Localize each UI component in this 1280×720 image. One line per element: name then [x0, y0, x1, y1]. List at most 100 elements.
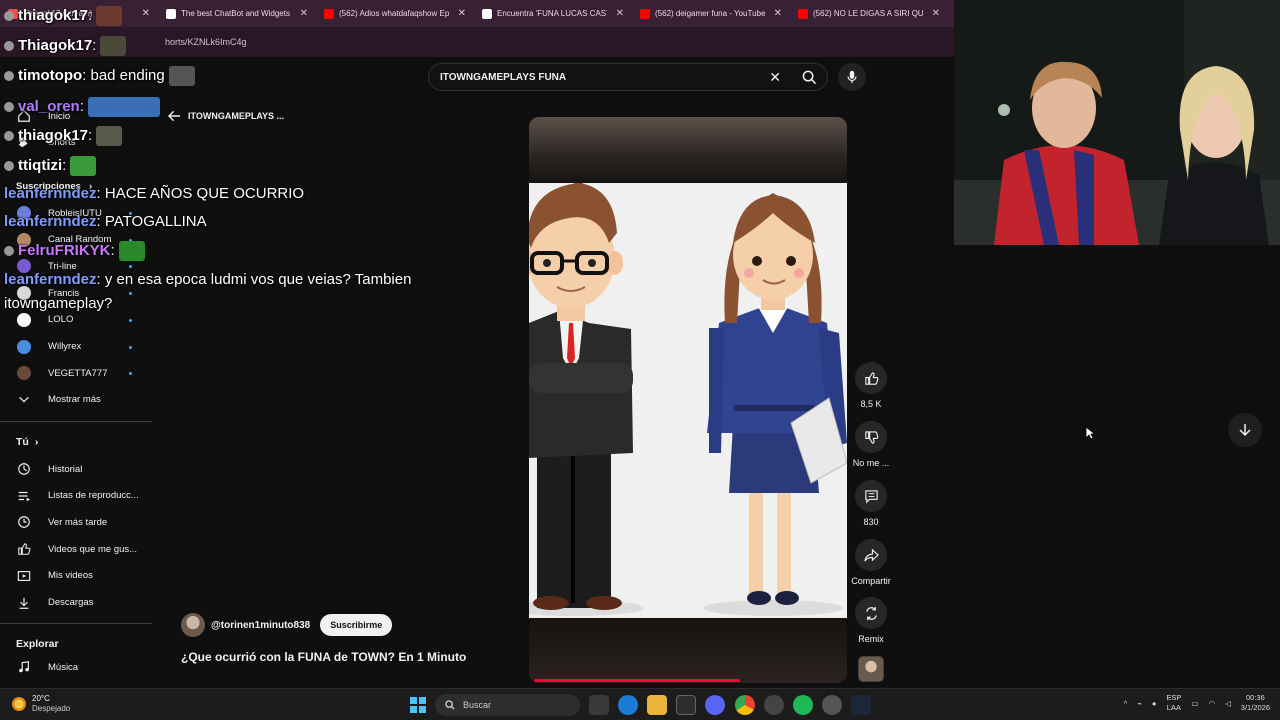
voice-search-button[interactable]: [838, 63, 866, 91]
tab-title: (562) deigamer funa - YouTube: [655, 9, 765, 18]
chat-emote-icon: [100, 36, 127, 56]
browser-tab[interactable]: Encuentra 'FUNA LUCAS CASTI ✕: [474, 0, 632, 27]
like-button[interactable]: 8,5 K: [848, 362, 894, 409]
search-input[interactable]: ITOWNGAMEPLAYS FUNA ✕: [428, 63, 828, 91]
sidebar-item[interactable]: Mis videos: [16, 567, 93, 585]
search-icon: [802, 70, 816, 84]
video-title[interactable]: ¿Que ocurrió con la FUNA de TOWN? En 1 M…: [181, 650, 466, 664]
channel-avatar[interactable]: [181, 613, 205, 637]
chat-text: :: [62, 156, 67, 174]
mic-tray-icon[interactable]: ●: [1152, 699, 1157, 708]
tab-close-icon[interactable]: ✕: [142, 8, 150, 19]
audio-source-thumbnail[interactable]: [858, 656, 884, 682]
weather-temp: 20°C: [32, 694, 50, 703]
arrow-left-icon: [168, 110, 181, 122]
volume-icon[interactable]: ◁: [1225, 699, 1231, 708]
sidebar-item-label: Willyrex: [48, 341, 82, 352]
channel-name[interactable]: @torinen1minuto838: [211, 620, 310, 631]
comment-icon: [864, 489, 878, 503]
video-frame: [529, 175, 847, 618]
edge-icon[interactable]: [618, 695, 638, 715]
dislike-button[interactable]: No me ...: [848, 421, 894, 468]
comments-button[interactable]: 830: [848, 480, 894, 527]
tab-close-icon[interactable]: ✕: [932, 8, 940, 19]
like-count: 8,5 K: [860, 399, 882, 409]
weather-widget[interactable]: 20°C Despejado: [12, 694, 70, 714]
short-video-player[interactable]: [529, 117, 847, 683]
app-icon[interactable]: [764, 695, 784, 715]
chat-text: : PATOGALLINA: [96, 213, 207, 230]
sidebar-item[interactable]: VEGETTA777: [16, 364, 108, 382]
you-header[interactable]: Tú ›: [16, 436, 38, 448]
sidebar-item[interactable]: Descargas: [16, 594, 93, 612]
sidebar-item-label: Descargas: [48, 597, 94, 608]
input-language[interactable]: ESP LAA: [1166, 693, 1181, 713]
search-button[interactable]: [790, 63, 828, 91]
address-url[interactable]: horts/KZNLk6ImC4g: [165, 37, 247, 47]
thumbs-down-icon: [864, 430, 878, 444]
youtube-page-right: [954, 245, 1280, 688]
wifi-icon[interactable]: ◠: [1208, 699, 1215, 708]
sidebar-item[interactable]: Willyrex: [16, 338, 81, 356]
back-to-results[interactable]: ITOWNGAMEPLAYS ...: [168, 110, 284, 122]
task-view-icon[interactable]: [589, 695, 609, 715]
sidebar-item[interactable]: Ver más tarde: [16, 513, 107, 531]
sidebar-item[interactable]: Música: [16, 658, 78, 676]
clock[interactable]: 00:36 3/1/2026: [1241, 693, 1270, 713]
remix-label: Remix: [858, 634, 884, 644]
subscribe-button[interactable]: Suscribirme: [320, 614, 393, 636]
chat-username: leanfernndez: [4, 213, 97, 230]
like-icon: [16, 542, 31, 557]
steam-icon[interactable]: [851, 695, 871, 715]
chat-username: Thiagok17: [18, 36, 93, 54]
sidebar-item[interactable]: Historial: [16, 460, 82, 478]
chrome-icon[interactable]: [735, 695, 755, 715]
start-button[interactable]: [410, 697, 426, 713]
clear-search-icon[interactable]: ✕: [769, 69, 781, 86]
tab-title: (562) NO LE DIGAS A SIRI QUE: [813, 9, 923, 18]
arrow-down-icon: [1239, 424, 1251, 437]
display-icon[interactable]: ▭: [1191, 699, 1198, 708]
browser-tab[interactable]: (562) deigamer funa - YouTube ✕: [632, 0, 790, 27]
chat-username: thiagok17: [18, 126, 89, 144]
tab-close-icon[interactable]: ✕: [458, 8, 466, 19]
chat-username: val_oren: [18, 97, 80, 115]
chevron-up-icon[interactable]: ^: [1124, 699, 1128, 708]
sidebar-item[interactable]: Listas de reproducc...: [16, 487, 139, 505]
browser-tab[interactable]: The best ChatBot and Widgets ✕: [158, 0, 316, 27]
browser-tab[interactable]: (562) NO LE DIGAS A SIRI QUE ✕: [790, 0, 948, 27]
back-label: ITOWNGAMEPLAYS ...: [188, 111, 285, 121]
network-icon[interactable]: ⌁: [1137, 699, 1142, 708]
video-progress-bar[interactable]: [534, 679, 741, 682]
chat-message: itowngameplay?: [4, 295, 112, 312]
chat-username: leanfernndez: [4, 271, 97, 288]
new-content-dot: [129, 318, 132, 322]
history-icon: [16, 462, 31, 477]
remix-button[interactable]: Remix: [848, 597, 894, 644]
sidebar-item[interactable]: LOLO: [16, 311, 73, 329]
taskbar-search[interactable]: Buscar: [435, 694, 580, 716]
chat-emote-icon: [96, 6, 123, 26]
share-button[interactable]: Compartir: [848, 539, 894, 586]
chat-badge-icon: [4, 131, 14, 141]
spotify-icon[interactable]: [793, 695, 813, 715]
comment-count: 830: [863, 517, 879, 527]
store-icon[interactable]: [676, 695, 696, 715]
settings-icon[interactable]: [822, 695, 842, 715]
tab-close-icon[interactable]: ✕: [774, 8, 782, 19]
webcam-image: [954, 0, 1280, 245]
search-query[interactable]: ITOWNGAMEPLAYS FUNA: [440, 72, 566, 83]
tab-close-icon[interactable]: ✕: [300, 8, 308, 19]
chat-message: Thiagok17:: [4, 36, 127, 56]
sidebar-item[interactable]: Mostrar más: [16, 390, 101, 408]
next-video-button[interactable]: [1228, 413, 1262, 447]
browser-tab[interactable]: (562) Adios whatdafaqshow Ep ✕: [316, 0, 474, 27]
tab-close-icon[interactable]: ✕: [616, 8, 624, 19]
chat-username: ttiqtizi: [18, 156, 63, 174]
discord-icon[interactable]: [705, 695, 725, 715]
file-explorer-icon[interactable]: [647, 695, 667, 715]
browser-address-bar[interactable]: horts/KZNLk6ImC4g: [0, 27, 954, 57]
explore-header-label: Explorar: [16, 638, 59, 650]
sidebar-item-label: Mis videos: [48, 570, 93, 582]
sidebar-item[interactable]: Videos que me gus...: [16, 540, 137, 558]
